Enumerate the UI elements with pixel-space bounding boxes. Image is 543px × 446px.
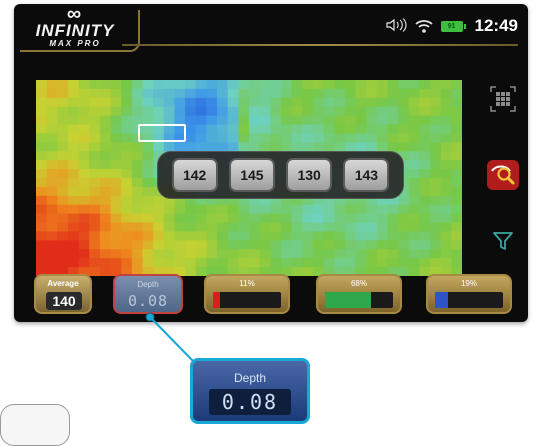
partial-panel-edge	[0, 404, 70, 446]
callout-depth-value: 0.08	[209, 389, 291, 415]
callout-depth-label: Depth	[233, 371, 267, 385]
depth-callout: Depth 0.08	[190, 358, 310, 424]
